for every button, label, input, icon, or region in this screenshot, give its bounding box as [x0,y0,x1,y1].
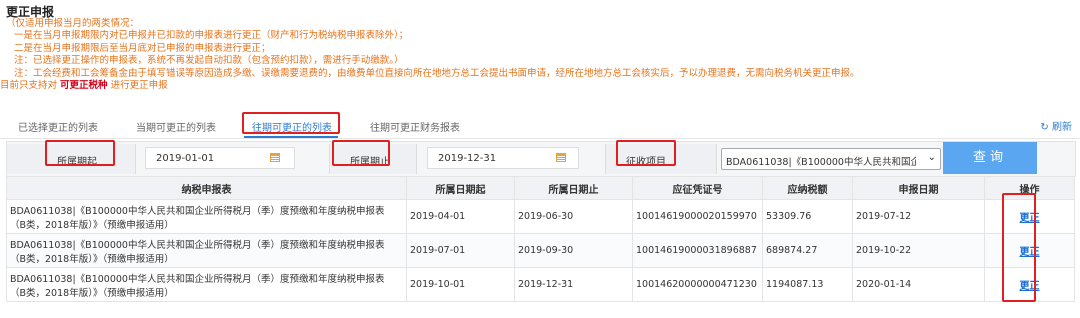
filter-bar: 所属期起 2019-01-01 所属期止 2019-12-31 征收项目 BDA… [6,141,1076,177]
form-name-line: （B类，2018年版）》（预缴申报适用） [10,287,174,299]
highlight-box [616,140,676,166]
table-row: BDA0611038|《B100000中华人民共和国企业所得税月（季）度预缴和年… [6,199,1075,234]
col-header-voucher: 应征凭证号 [632,176,763,200]
notes-block: （仅适用申报当月的两类情况： 一是在当月申报期限内对已申报并已扣款的申报表进行更… [0,18,860,92]
start-cell: 2019-04-01 [406,199,515,234]
voucher-cell: 10014620000000471230 [632,267,763,302]
start-cell: 2019-07-01 [406,233,515,268]
supported-prefix: 目前只支持对 [0,80,58,92]
voucher-cell: 10014619000031896887 [632,233,763,268]
notes-line: 注：已选择更正操作的申报表，系统不再发起自动扣款（包含预约扣款），需进行手动缴款… [14,55,404,67]
tab-past-financial-reports[interactable]: 往期可更正财务报表 [370,119,460,134]
table-row: BDA0611038|《B100000中华人民共和国企业所得税月（季）度预缴和年… [6,233,1075,268]
start-date-value: 2019-01-01 [156,153,215,164]
levy-item-select[interactable]: BDA0611038|《B100000中华人民共和国企 ⌄ [721,148,941,170]
tab-selected-corrections[interactable]: 已选择更正的列表 [18,119,98,134]
col-header-tax: 应纳税额 [762,176,853,200]
form-name-line: BDA0611038|《B100000中华人民共和国企业所得税月（季）度预缴和年… [10,239,385,251]
col-header-start: 所属日期起 [406,176,515,200]
end-date-calendar-button[interactable] [549,147,573,169]
form-cell: BDA0611038|《B100000中华人民共和国企业所得税月（季）度预缴和年… [6,267,407,302]
notes-line: 二是在当月申报期限后至当月底对已申报的申报表进行更正； [14,42,271,54]
tax-cell: 1194087.13 [762,267,853,302]
voucher-cell: 10014619000020159970 [632,199,763,234]
active-tab-underline [244,136,338,138]
correctable-tax-link[interactable]: 可更正税种 [60,80,108,91]
levy-item-value: BDA0611038|《B100000中华人民共和国企 [726,157,916,168]
supported-suffix: 进行更正申报 [110,80,168,92]
chevron-down-icon: ⌄ [927,152,936,163]
end-cell: 2019-06-30 [514,199,633,234]
table-header-row: 纳税申报表 所属日期起 所属日期止 应征凭证号 应纳税额 申报日期 操作 [6,176,1075,200]
notes-line: （仅适用申报当月的两类情况： [6,18,140,29]
date-cell: 2019-07-12 [852,199,985,234]
tax-cell: 53309.76 [762,199,853,234]
highlight-box [332,140,390,166]
highlight-box [1002,193,1036,302]
form-name-line: （B类，2018年版）》（预缴申报适用） [10,219,174,231]
tax-cell: 689874.27 [762,233,853,268]
form-name-line: （B类，2018年版）》（预缴申报适用） [10,253,174,265]
date-cell: 2020-01-14 [852,267,985,302]
form-name-line: BDA0611038|《B100000中华人民共和国企业所得税月（季）度预缴和年… [10,205,385,217]
tab-bar: 已选择更正的列表 当期可更正的列表 往期可更正的列表 往期可更正财务报表 ↻ 刷… [0,114,1080,139]
highlight-box [242,112,340,134]
col-header-form: 纳税申报表 [6,176,407,200]
refresh-button[interactable]: ↻ 刷新 [1040,118,1072,133]
date-cell: 2019-10-22 [852,233,985,268]
form-cell: BDA0611038|《B100000中华人民共和国企业所得税月（季）度预缴和年… [6,233,407,268]
col-header-date: 申报日期 [852,176,985,200]
col-header-end: 所属日期止 [514,176,633,200]
highlight-box [45,140,115,166]
correction-table: 纳税申报表 所属日期起 所属日期止 应征凭证号 应纳税额 申报日期 操作 BDA… [6,176,1075,302]
calendar-icon [270,153,280,162]
end-date-value: 2019-12-31 [438,153,497,164]
calendar-icon [556,153,566,162]
form-cell: BDA0611038|《B100000中华人民共和国企业所得税月（季）度预缴和年… [6,199,407,234]
refresh-icon: ↻ [1040,122,1049,133]
supported-tax-line: 目前只支持对 可更正税种 进行更正申报 [0,80,860,92]
query-button[interactable]: 查询 [943,142,1037,174]
tab-current-period[interactable]: 当期可更正的列表 [136,119,216,134]
notes-line: 一是在当月申报期限内对已申报并已扣款的申报表进行更正（财产和行为税纳税申报表除外… [14,30,409,42]
form-name-line: BDA0611038|《B100000中华人民共和国企业所得税月（季）度预缴和年… [10,273,385,285]
start-cell: 2019-10-01 [406,267,515,302]
end-cell: 2019-12-31 [514,267,633,302]
start-date-calendar-button[interactable] [263,147,287,169]
table-row: BDA0611038|《B100000中华人民共和国企业所得税月（季）度预缴和年… [6,267,1075,302]
refresh-label: 刷新 [1052,122,1072,133]
end-cell: 2019-09-30 [514,233,633,268]
notes-line: 注：工会经费和工会筹备金由于填写错误等原因造成多缴、误缴需要退费的，由缴费单位直… [14,67,860,79]
